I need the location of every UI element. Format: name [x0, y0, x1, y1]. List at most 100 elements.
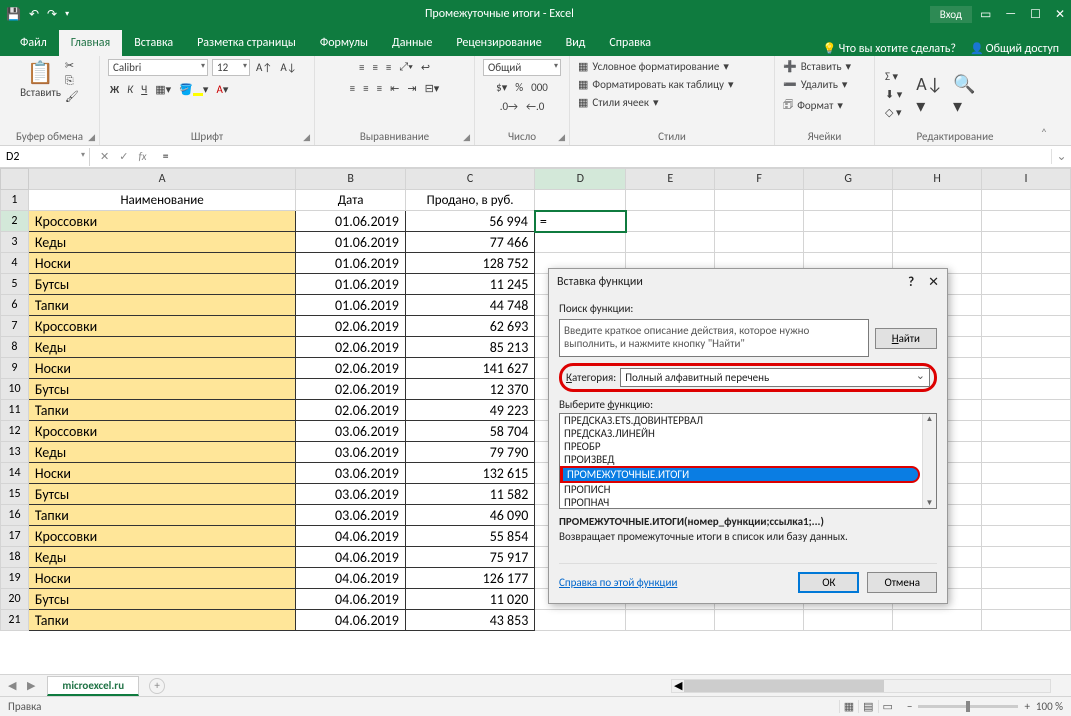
cell-empty[interactable]	[982, 211, 1071, 232]
minimize-icon[interactable]: —	[1005, 7, 1016, 21]
select-all-corner[interactable]	[1, 169, 29, 190]
cell-empty[interactable]	[982, 610, 1071, 631]
cell-date[interactable]: 04.06.2019	[296, 589, 406, 610]
row-header-1[interactable]: 1	[1, 190, 29, 211]
sheet-nav-icons[interactable]: ◀ ▶	[0, 679, 47, 692]
row-header-16[interactable]: 16	[1, 505, 29, 526]
cell-name[interactable]: Бутсы	[28, 484, 295, 505]
cell-empty[interactable]	[804, 610, 893, 631]
function-list-scrollbar[interactable]: ▲▼	[922, 414, 936, 508]
cell-empty[interactable]	[982, 358, 1071, 379]
cell-value[interactable]: 43 853	[405, 610, 535, 631]
cell-value[interactable]: 56 994	[405, 211, 535, 232]
tab-insert[interactable]: Вставка	[122, 30, 185, 56]
font-dialog-launcher-icon[interactable]: ◢	[303, 132, 310, 143]
cell-date[interactable]: 01.06.2019	[296, 274, 406, 295]
function-help-link[interactable]: Справка по этой функции	[559, 576, 677, 589]
percent-icon[interactable]: %	[513, 80, 525, 95]
row-header-14[interactable]: 14	[1, 463, 29, 484]
fill-color-icon[interactable]: 🪣▾	[177, 82, 210, 97]
cell-empty[interactable]	[715, 232, 804, 253]
cell-date[interactable]: 01.06.2019	[296, 295, 406, 316]
row-header-2[interactable]: 2	[1, 211, 29, 232]
save-icon[interactable]: 💾	[6, 7, 21, 22]
cell-value[interactable]: 11 020	[405, 589, 535, 610]
cell-empty[interactable]	[804, 211, 893, 232]
dialog-help-icon[interactable]: ?	[908, 275, 914, 290]
cell-empty[interactable]	[982, 442, 1071, 463]
cell-name[interactable]: Носки	[28, 568, 295, 589]
cell-value[interactable]: 77 466	[405, 232, 535, 253]
cell-name[interactable]: Носки	[28, 463, 295, 484]
cell-date[interactable]: 03.06.2019	[296, 442, 406, 463]
formula-input[interactable]: =	[157, 148, 1051, 166]
cell-name[interactable]: Бутсы	[28, 379, 295, 400]
cell-empty[interactable]	[982, 379, 1071, 400]
column-header-F[interactable]: F	[715, 169, 804, 190]
cell-date[interactable]: 02.06.2019	[296, 337, 406, 358]
cell-value[interactable]: 44 748	[405, 295, 535, 316]
clipboard-dialog-launcher-icon[interactable]: ◢	[88, 132, 95, 143]
fill-icon[interactable]: ⬇ ▾	[883, 87, 904, 102]
cell-styles-button[interactable]: ▦Стили ячеек ▾	[578, 95, 658, 110]
format-cells-button[interactable]: 🗊Формат ▾	[783, 95, 843, 116]
function-list-item[interactable]: ПРОМЕЖУТОЧНЫЕ.ИТОГИ	[560, 466, 920, 483]
clear-icon[interactable]: ◇ ▾	[883, 105, 904, 120]
cell-empty[interactable]	[982, 526, 1071, 547]
horizontal-scrollbar[interactable]: ◀	[165, 679, 1071, 693]
borders-icon[interactable]: ▦▾	[153, 82, 173, 97]
row-header-6[interactable]: 6	[1, 295, 29, 316]
cell-value[interactable]: 79 790	[405, 442, 535, 463]
cell-empty[interactable]	[982, 337, 1071, 358]
cell-empty[interactable]	[982, 505, 1071, 526]
maximize-icon[interactable]: ☐	[1030, 7, 1041, 22]
font-size-combo[interactable]: 12	[212, 59, 250, 76]
cell-empty[interactable]	[535, 610, 626, 631]
cell-name[interactable]: Кроссовки	[28, 526, 295, 547]
row-header-5[interactable]: 5	[1, 274, 29, 295]
tab-file[interactable]: Файл	[8, 30, 59, 56]
redo-icon[interactable]: ↷	[47, 7, 57, 22]
cell-name[interactable]: Носки	[28, 253, 295, 274]
autosum-icon[interactable]: Σ ▾	[883, 69, 904, 84]
number-dialog-launcher-icon[interactable]: ◢	[558, 132, 565, 143]
cell-name[interactable]: Тапки	[28, 295, 295, 316]
decrease-decimal-icon[interactable]: ←.0	[524, 99, 546, 114]
alignment-dialog-launcher-icon[interactable]: ◢	[463, 132, 470, 143]
function-list-item[interactable]: ПРЕДСКАЗ.ETS.ДОВИНТЕРВАЛ	[560, 414, 936, 427]
tab-help[interactable]: Справка	[597, 30, 663, 56]
row-header-10[interactable]: 10	[1, 379, 29, 400]
function-list-item[interactable]: ПРОИЗВЕД	[560, 453, 936, 466]
cell-value[interactable]: 62 693	[405, 316, 535, 337]
insert-function-icon[interactable]: fx	[138, 150, 146, 163]
cell-empty[interactable]	[626, 232, 715, 253]
cell-name[interactable]: Кроссовки	[28, 421, 295, 442]
align-top-icon[interactable]: ≡	[357, 60, 366, 75]
cell-value[interactable]: 141 627	[405, 358, 535, 379]
row-header-15[interactable]: 15	[1, 484, 29, 505]
cell-empty[interactable]	[715, 211, 804, 232]
cell-value[interactable]: 75 917	[405, 547, 535, 568]
cell-date[interactable]: 01.06.2019	[296, 232, 406, 253]
cell-empty[interactable]	[626, 610, 715, 631]
cell-empty[interactable]	[982, 463, 1071, 484]
row-header-7[interactable]: 7	[1, 316, 29, 337]
cell-empty[interactable]	[982, 253, 1071, 274]
row-header-9[interactable]: 9	[1, 358, 29, 379]
bold-button[interactable]: Ж	[108, 82, 121, 97]
close-icon[interactable]: ✕	[1055, 7, 1065, 22]
expand-formula-bar-icon[interactable]: ⌄	[1051, 149, 1071, 164]
cell-name[interactable]: Бутсы	[28, 589, 295, 610]
column-header-E[interactable]: E	[626, 169, 715, 190]
ribbon-options-icon[interactable]: ▭	[980, 7, 991, 22]
cell-value[interactable]: 85 213	[405, 337, 535, 358]
font-color-icon[interactable]: A▾	[214, 82, 230, 97]
cell-empty[interactable]	[893, 211, 982, 232]
search-function-input[interactable]: Введите краткое описание действия, котор…	[559, 319, 869, 357]
find-select-icon[interactable]: 🔍▾	[953, 73, 975, 117]
number-format-combo[interactable]: Общий	[483, 59, 561, 76]
row-header-17[interactable]: 17	[1, 526, 29, 547]
cell-name[interactable]: Кроссовки	[28, 211, 295, 232]
cell-name[interactable]: Кеды	[28, 232, 295, 253]
zoom-slider[interactable]	[918, 705, 1018, 708]
